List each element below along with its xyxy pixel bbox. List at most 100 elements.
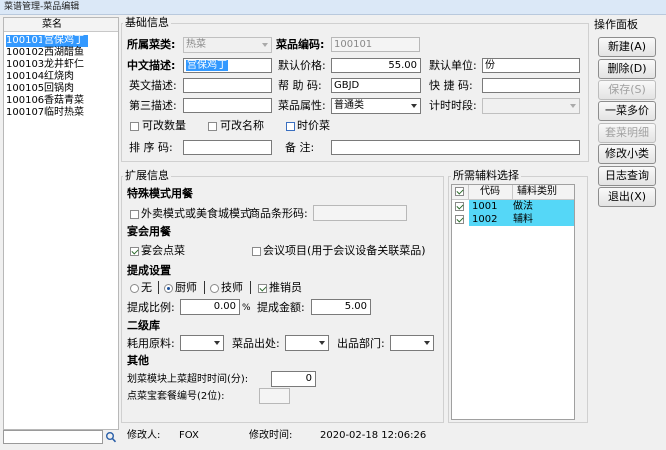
cn-name-value: 宫保鸡丁 xyxy=(186,60,228,71)
commission-none-label: 无 xyxy=(141,281,152,294)
cn-name-field[interactable]: 宫保鸡丁 xyxy=(183,58,272,73)
commission-chef-radio[interactable] xyxy=(164,284,173,293)
aux-row-type: 做法 xyxy=(513,201,533,212)
cn-name-label: 中文描述: xyxy=(127,59,176,72)
combo-detail-button[interactable]: 套菜明细 xyxy=(598,123,656,143)
list-item[interactable]: 100103龙井虾仁 xyxy=(6,59,106,71)
aux-grid-header: 代码 辅料类别 xyxy=(452,185,574,200)
list-item-code: 100101 xyxy=(6,35,45,47)
category-select[interactable]: 热菜 xyxy=(183,37,272,53)
aux-select-all-checkbox[interactable] xyxy=(455,187,464,196)
save-button[interactable]: 保存(S) xyxy=(598,80,656,100)
divider xyxy=(468,185,469,199)
period-label: 计时时段: xyxy=(429,99,477,112)
period-select[interactable] xyxy=(482,98,580,114)
note-field[interactable] xyxy=(331,140,580,155)
list-header: 菜名 xyxy=(4,18,118,32)
amount-label: 提成金额: xyxy=(257,301,305,314)
list-item[interactable]: 100105回锅肉 xyxy=(6,83,106,95)
list-search-input[interactable] xyxy=(3,430,103,444)
new-button[interactable]: 新建(A) xyxy=(598,37,656,57)
barcode-label: 商品条形码: xyxy=(249,207,308,220)
unit-label: 默认单位: xyxy=(429,59,477,72)
variable-name-checkbox[interactable] xyxy=(208,122,217,131)
ratio-field[interactable]: 0.00 xyxy=(180,299,240,315)
takeout-checkbox[interactable] xyxy=(130,210,139,219)
commission-tech-label: 技师 xyxy=(221,281,243,294)
code-label: 菜品编码: xyxy=(276,38,325,51)
banquet-checkbox[interactable] xyxy=(130,247,139,256)
aux-col-code: 代码 xyxy=(480,186,500,197)
takeout-label: 外卖模式或美食城模式 xyxy=(141,207,251,220)
aux-col-type: 辅料类别 xyxy=(517,186,557,197)
market-price-checkbox[interactable] xyxy=(286,122,295,131)
timeout-label: 划菜模块上菜超时时间(分): xyxy=(127,374,249,385)
list-item[interactable]: 100102西湖醋鱼 xyxy=(6,47,106,59)
list-item-name: 香菇青菜 xyxy=(44,95,84,106)
commission-tech-radio[interactable] xyxy=(210,284,219,293)
edit-subcategory-button[interactable]: 修改小类 xyxy=(598,144,656,164)
aux-title: 所需辅料选择 xyxy=(451,169,521,182)
code-field[interactable]: 100101 xyxy=(331,37,420,52)
list-item[interactable]: 100107临时热菜 xyxy=(6,107,106,119)
order-code-label: 排 序 码: xyxy=(129,141,173,154)
ratio-unit: % xyxy=(242,303,251,313)
commission-chef-label: 厨师 xyxy=(175,281,197,294)
multi-price-button[interactable]: 一菜多价 xyxy=(598,101,656,121)
combo-code-field[interactable] xyxy=(259,388,290,404)
table-row[interactable]: 1002 辅料 xyxy=(452,213,574,226)
outlet-select[interactable] xyxy=(285,335,329,351)
stock-title: 二级库 xyxy=(127,319,160,332)
price-label: 默认价格: xyxy=(278,59,326,72)
meeting-checkbox[interactable] xyxy=(252,247,261,256)
unit-field[interactable]: 份 xyxy=(482,58,580,73)
timeout-field[interactable]: 0 xyxy=(271,371,316,387)
list-item-name: 宫保鸡丁 xyxy=(42,35,88,47)
magnifier-icon[interactable] xyxy=(105,430,117,444)
dish-list[interactable]: 100101宫保鸡丁 100102西湖醋鱼 100103龙井虾仁 100104红… xyxy=(6,35,116,145)
divider xyxy=(204,281,205,294)
delete-button[interactable]: 删除(D) xyxy=(598,59,656,79)
commission-title: 提成设置 xyxy=(127,264,171,277)
other-title: 其他 xyxy=(127,354,149,367)
mnemonic-label: 帮 助 码: xyxy=(278,79,322,92)
list-item[interactable]: 100101宫保鸡丁 xyxy=(6,35,106,47)
note-label: 备 注: xyxy=(285,141,315,154)
sales-checkbox[interactable] xyxy=(258,284,267,293)
mnemonic-field[interactable]: GBJD xyxy=(331,78,421,93)
en-name-field[interactable] xyxy=(183,78,272,93)
banquet-label: 宴会点菜 xyxy=(141,244,185,257)
combo-code-label: 点菜宝套餐编号(2位): xyxy=(127,391,225,402)
list-item[interactable]: 100104红烧肉 xyxy=(6,71,106,83)
aux-row-checkbox[interactable] xyxy=(455,215,464,224)
amount-field[interactable]: 5.00 xyxy=(311,299,371,315)
table-row[interactable]: 1001 做法 xyxy=(452,200,574,213)
log-query-button[interactable]: 日志查询 xyxy=(598,166,656,186)
quick-code-label: 快 捷 码: xyxy=(429,79,473,92)
quick-code-field[interactable] xyxy=(482,78,580,93)
order-code-field[interactable] xyxy=(183,140,272,155)
dish-list-panel: 菜名 100101宫保鸡丁 100102西湖醋鱼 100103龙井虾仁 1001… xyxy=(3,17,119,430)
material-select[interactable] xyxy=(180,335,224,351)
modified-time-label: 修改时间: xyxy=(249,430,293,441)
list-item[interactable]: 100106香菇青菜 xyxy=(6,95,106,107)
window-title: 菜谱管理-菜品编辑 xyxy=(4,2,80,12)
commission-none-radio[interactable] xyxy=(130,284,139,293)
third-desc-label: 第三描述: xyxy=(129,99,177,112)
category-value: 热菜 xyxy=(186,39,206,50)
divider xyxy=(158,281,159,294)
barcode-field[interactable] xyxy=(313,205,407,221)
aux-row-checkbox[interactable] xyxy=(455,202,464,211)
variable-qty-checkbox[interactable] xyxy=(130,122,139,131)
dept-select[interactable] xyxy=(390,335,434,351)
third-desc-field[interactable] xyxy=(183,98,272,113)
attr-select[interactable]: 普通类 xyxy=(331,98,421,114)
special-mode-title: 特殊模式用餐 xyxy=(127,187,193,200)
list-item-code: 100106 xyxy=(6,95,45,106)
aux-grid[interactable]: 代码 辅料类别 1001 做法 1002 辅料 xyxy=(451,184,575,420)
exit-button[interactable]: 退出(X) xyxy=(598,187,656,207)
variable-name-label: 可改名称 xyxy=(220,119,264,132)
ops-title: 操作面板 xyxy=(594,18,638,31)
price-field[interactable]: 55.00 xyxy=(331,58,421,73)
basic-info-title: 基础信息 xyxy=(123,16,171,29)
